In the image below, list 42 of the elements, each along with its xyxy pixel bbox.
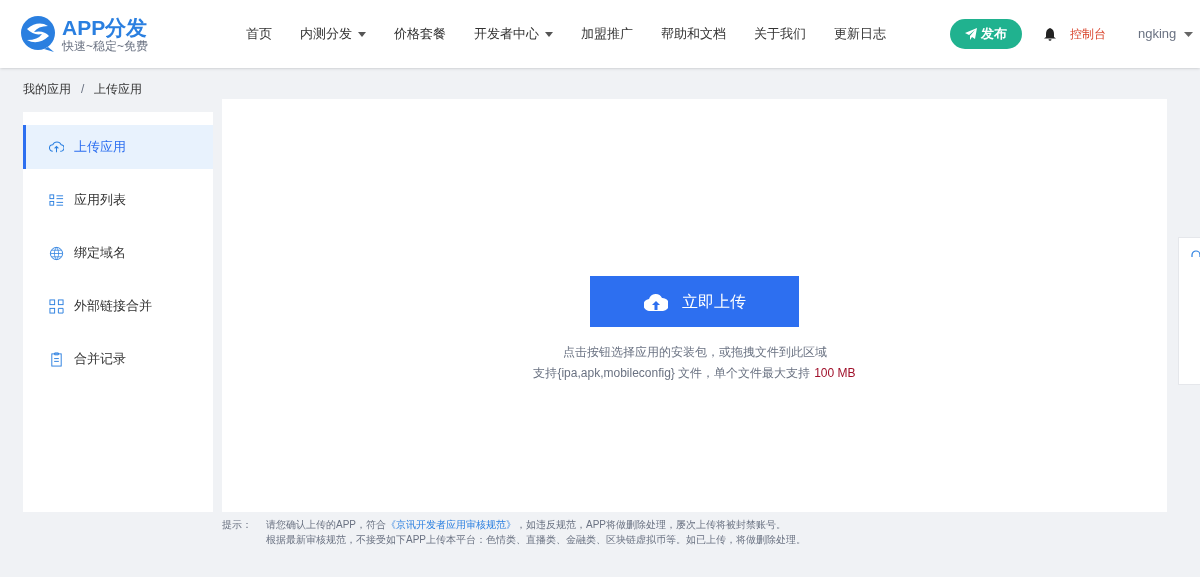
nav-link[interactable]: 内测分发 — [300, 24, 366, 44]
grid-icon — [49, 298, 64, 314]
nav-link[interactable]: 帮助和文档 — [661, 24, 726, 44]
sidebar-item[interactable]: 应用列表 — [23, 178, 213, 222]
clipboard-icon — [49, 351, 64, 367]
bell-icon[interactable] — [1044, 27, 1056, 41]
caret-icon — [545, 31, 553, 37]
logo-slogan: 快速~稳定~免费 — [62, 39, 148, 52]
sidebar-item[interactable]: 上传应用 — [23, 125, 213, 169]
review-rules-link[interactable]: 《京讯开发者应用审核规范》 — [386, 519, 516, 530]
format-note: 支持{ipa,apk,mobileconfig} 文件，单个文件最大支持 — [533, 365, 811, 382]
cloud-upload-icon — [643, 292, 668, 311]
upload-button[interactable]: 立即上传 — [590, 276, 799, 327]
notice-label: 提示： — [222, 518, 252, 532]
notice-text: ，如违反规范，APP将做删除处理，屡次上传将被封禁账号。 — [516, 519, 787, 530]
nav-link[interactable]: 价格套餐 — [394, 24, 446, 44]
console-link[interactable]: 控制台 — [1070, 25, 1106, 43]
caret-icon — [1184, 31, 1194, 37]
globe-icon — [49, 245, 64, 261]
cloud-upload-icon — [49, 139, 64, 155]
breadcrumb-item[interactable]: 我的应用 — [23, 80, 71, 98]
sidebar-item[interactable]: 合并记录 — [23, 337, 213, 381]
nav-link[interactable]: 更新日志 — [834, 24, 886, 44]
headset-icon — [1191, 250, 1200, 260]
breadcrumb-separator: / — [81, 81, 85, 98]
notice-text: 根据最新审核规范，不接受如下APP上传本平台：色情类、直播类、金融类、区块链虚拟币等。如已上传，将做删除处理。 — [266, 533, 806, 547]
notice-text: 请您确认上传的APP，符合 — [266, 519, 386, 530]
nav-link[interactable]: 开发者中心 — [474, 24, 553, 44]
breadcrumb-item[interactable]: 上传应用 — [94, 80, 143, 98]
user-menu[interactable]: ngking — [1138, 24, 1194, 44]
logo-title: APP分发 — [62, 16, 148, 38]
logo-icon — [18, 14, 58, 54]
nav-link[interactable]: 首页 — [246, 24, 272, 44]
nav-link[interactable]: 加盟推广 — [581, 24, 633, 44]
nav-link[interactable]: 关于我们 — [754, 24, 806, 44]
paper-plane-icon — [965, 28, 977, 40]
caret-icon — [358, 31, 366, 37]
upload-hint: 点击按钮选择应用的安装包，或拖拽文件到此区域 — [562, 344, 827, 361]
sidebar-item[interactable]: 外部链接合并 — [23, 284, 213, 328]
sidebar-item[interactable]: 绑定域名 — [23, 231, 213, 275]
list-icon — [49, 192, 64, 208]
max-size: 100 MB — [814, 365, 856, 382]
